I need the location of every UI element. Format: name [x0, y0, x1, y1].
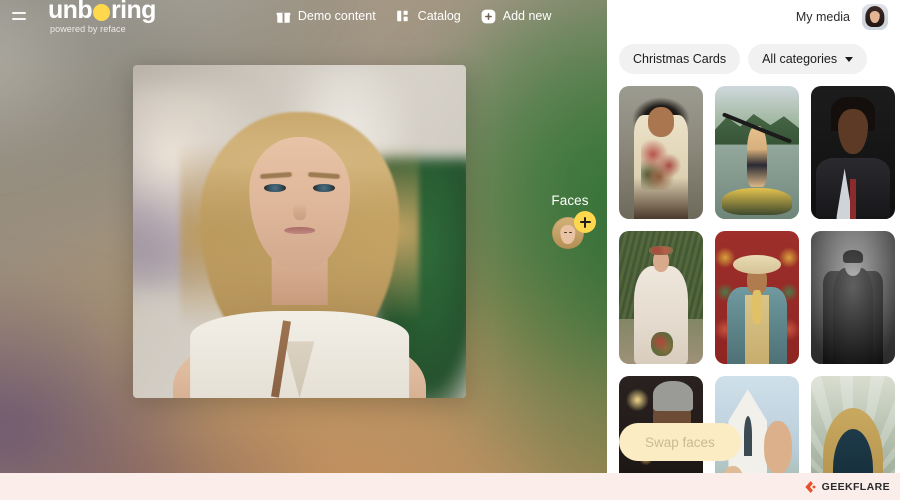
hamburger-icon[interactable]: [12, 12, 38, 20]
thumb-face: [763, 421, 793, 473]
nav-item-demo-content[interactable]: Demo content: [276, 9, 376, 24]
chip-christmas-cards[interactable]: Christmas Cards: [619, 44, 741, 74]
my-media-link[interactable]: My media: [796, 10, 850, 24]
add-face-button[interactable]: [574, 211, 596, 233]
chip-all-categories[interactable]: All categories: [748, 44, 868, 74]
nav-item-catalog[interactable]: Catalog: [396, 9, 461, 24]
preview-nose: [292, 203, 307, 220]
swap-action-area: Swap faces: [619, 423, 741, 461]
sidebar-header: My media: [607, 0, 900, 34]
nav-label-catalog: Catalog: [417, 9, 461, 23]
template-card[interactable]: [715, 86, 799, 219]
thumb-face: [647, 107, 675, 137]
swap-faces-button[interactable]: Swap faces: [619, 423, 741, 461]
geekflare-watermark: GEEKFLARE: [803, 480, 890, 494]
thumb-face: [837, 108, 869, 154]
plus-circle-icon: [481, 9, 496, 24]
face-chip-wrapper: [552, 211, 596, 251]
preview-mouth: [283, 226, 316, 235]
app-window: unb ring powered by reface Demo content …: [0, 0, 900, 500]
nav-label-demo-content: Demo content: [297, 9, 376, 23]
geekflare-label: GEEKFLARE: [821, 480, 890, 493]
faces-label: Faces: [551, 193, 589, 208]
grid-icon: [396, 9, 411, 24]
thumb-kayak: [721, 188, 793, 216]
logo-text-part1: unb: [48, 0, 93, 24]
thumb-hair: [652, 381, 693, 411]
avatar[interactable]: [862, 4, 888, 30]
thumb-window: [743, 415, 752, 456]
media-sidebar: My media Christmas Cards All categories: [607, 0, 900, 473]
logo-dot-icon: [93, 4, 111, 21]
faces-panel: Faces: [540, 193, 600, 251]
thumb-flower-crown: [649, 245, 673, 255]
thumb-sombrero: [733, 254, 781, 274]
nav-item-add-new[interactable]: Add new: [481, 9, 552, 24]
nav-label-add-new: Add new: [502, 9, 552, 23]
editor-canvas: unb ring powered by reface Demo content …: [0, 0, 607, 473]
geekflare-logo-icon: [804, 480, 816, 493]
template-card[interactable]: [715, 231, 799, 364]
filter-chips: Christmas Cards All categories: [607, 34, 900, 74]
template-grid: [607, 86, 900, 473]
template-card[interactable]: [811, 231, 895, 364]
logo-tagline: powered by reface: [50, 24, 126, 34]
chip-label-christmas-cards: Christmas Cards: [633, 52, 727, 66]
template-card[interactable]: [811, 376, 895, 473]
primary-nav: Demo content Catalog Add new: [276, 9, 552, 24]
template-card[interactable]: [619, 86, 703, 219]
logo-wordmark: unb ring: [48, 0, 156, 23]
template-card[interactable]: [619, 231, 703, 364]
top-navigation-bar: unb ring powered by reface Demo content …: [0, 0, 607, 34]
preview-eye-left: [264, 183, 287, 193]
thumb-floral-pattern: [640, 139, 682, 190]
footer-strip: GEEKFLARE: [0, 473, 900, 500]
logo-text-part2: ring: [111, 0, 156, 24]
preview-eye-right: [312, 183, 335, 193]
chevron-down-icon: [845, 56, 854, 62]
preview-image[interactable]: [133, 65, 466, 398]
thumb-bouquet: [650, 332, 673, 357]
chip-label-all-categories: All categories: [762, 52, 838, 66]
thumb-vignette: [811, 231, 895, 364]
thumb-person: [746, 125, 768, 188]
gift-icon: [276, 9, 291, 24]
thumb-scarf: [751, 289, 763, 325]
template-card[interactable]: [811, 86, 895, 219]
thumb-tie: [849, 179, 857, 219]
brand-logo[interactable]: unb ring powered by reface: [48, 0, 156, 34]
